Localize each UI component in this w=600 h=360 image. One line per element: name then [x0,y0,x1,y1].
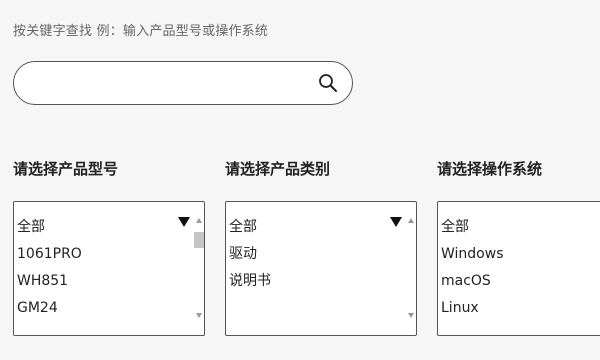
scrollbar[interactable] [194,216,204,320]
scroll-up-icon[interactable] [196,218,202,223]
search-icon[interactable] [318,73,338,93]
option-driver[interactable]: 驱动 [229,244,257,264]
search-box[interactable] [13,61,353,106]
option-1061pro[interactable]: 1061PRO [17,244,82,264]
scrollbar[interactable] [406,216,416,320]
scroll-up-icon[interactable] [408,218,414,223]
option-all[interactable]: 全部 [441,217,469,237]
option-all[interactable]: 全部 [229,217,257,237]
scroll-thumb[interactable] [194,232,204,248]
dropdown-caret-icon[interactable] [178,217,190,227]
filter-product-category: 请选择产品类别 全部 驱动 说明书 [225,158,417,336]
operating-system-select[interactable]: 全部 Windows macOS Linux [437,201,600,336]
option-manual[interactable]: 说明书 [229,271,271,291]
option-gm24[interactable]: GM24 [17,298,58,318]
filter-label-product-model: 请选择产品型号 [13,160,119,178]
option-wh851[interactable]: WH851 [17,271,68,291]
dropdown-caret-icon[interactable] [390,217,402,227]
filter-label-product-category: 请选择产品类别 [225,160,331,178]
search-input[interactable] [30,62,314,106]
product-category-select[interactable]: 全部 驱动 说明书 [225,201,417,336]
scroll-down-icon[interactable] [408,313,414,318]
option-linux[interactable]: Linux [441,298,479,318]
option-all[interactable]: 全部 [17,217,45,237]
filter-label-operating-system: 请选择操作系统 [437,160,543,178]
product-model-select[interactable]: 全部 1061PRO WH851 GM24 [13,201,205,336]
search-hint: 按关键字查找 例：输入产品型号或操作系统 [13,24,269,39]
option-windows[interactable]: Windows [441,244,504,264]
scroll-down-icon[interactable] [196,313,202,318]
option-macos[interactable]: macOS [441,271,491,291]
filter-product-model: 请选择产品型号 全部 1061PRO WH851 GM24 [13,158,205,336]
filter-operating-system: 请选择操作系统 全部 Windows macOS Linux [437,158,600,336]
